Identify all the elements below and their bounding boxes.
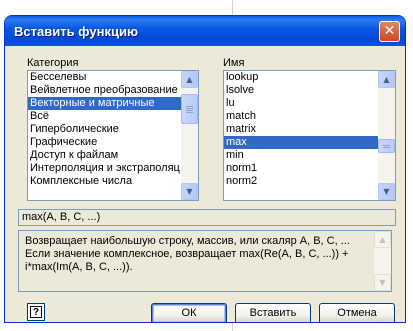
dialog-title: Вставить функцию bbox=[14, 24, 139, 39]
help-icon: ? bbox=[30, 306, 42, 318]
category-list-item[interactable]: Вейвлетное преобразование bbox=[28, 84, 181, 97]
name-list-item[interactable]: matrix bbox=[224, 123, 378, 136]
name-scroll-thumb[interactable] bbox=[378, 139, 395, 153]
category-list-item[interactable]: Векторные и матричные bbox=[28, 97, 181, 110]
category-scroll-thumb[interactable] bbox=[181, 94, 198, 124]
category-list-item[interactable]: Гиперболические bbox=[28, 123, 181, 136]
scroll-up-arrow-icon[interactable]: ▲ bbox=[378, 71, 395, 88]
category-list-item[interactable]: Всё bbox=[28, 110, 181, 123]
category-list-item[interactable]: Комплексные числа bbox=[28, 175, 181, 188]
category-label: Категория bbox=[27, 57, 79, 69]
function-description-box: Возвращает наибольшую строку, массив, ил… bbox=[18, 230, 392, 292]
scroll-up-arrow-icon[interactable]: ▲ bbox=[181, 71, 198, 88]
description-scrollbar[interactable]: ▲ ▼ bbox=[374, 231, 391, 291]
category-list-item[interactable]: Графические bbox=[28, 136, 181, 149]
function-description: Возвращает наибольшую строку, массив, ил… bbox=[25, 235, 350, 273]
name-list-item[interactable]: norm1 bbox=[224, 162, 378, 175]
category-list: Бесселевы Вейвлетное преобразование Вектор… bbox=[28, 71, 181, 200]
category-list-item[interactable]: Доступ к файлам bbox=[28, 149, 181, 162]
name-list-item[interactable]: match bbox=[224, 110, 378, 123]
name-list-item[interactable]: max bbox=[224, 136, 378, 149]
name-listbox[interactable]: lookup lsolve lu match matrix max min norm1 norm… bbox=[223, 70, 396, 201]
name-list-item[interactable]: min bbox=[224, 149, 378, 162]
name-list: lookup lsolve lu match matrix max min norm1 norm… bbox=[224, 71, 378, 200]
category-scrollbar[interactable]: ▲ ▼ bbox=[181, 71, 198, 200]
function-syntax: max(A, B, C, ...) bbox=[18, 209, 396, 226]
insert-function-dialog: Вставить функцию ✕ Категория Бесселевы Ве… bbox=[4, 15, 406, 323]
category-list-item[interactable]: Интерполяция и экстраполяц bbox=[28, 162, 181, 175]
close-icon[interactable]: ✕ bbox=[379, 21, 400, 42]
name-scrollbar[interactable]: ▲ ▼ bbox=[378, 71, 395, 200]
name-label: Имя bbox=[223, 57, 245, 69]
name-list-item[interactable]: norm2 bbox=[224, 175, 378, 188]
ok-button[interactable]: ОК bbox=[151, 303, 227, 322]
insert-button[interactable]: Вставить bbox=[235, 303, 311, 322]
category-list-item[interactable]: Бесселевы bbox=[28, 71, 181, 84]
scroll-down-arrow-icon[interactable]: ▼ bbox=[374, 274, 391, 291]
help-button[interactable]: ? bbox=[27, 303, 45, 321]
cancel-button[interactable]: Отмена bbox=[319, 303, 395, 322]
title-bar[interactable]: Вставить функцию ✕ bbox=[5, 16, 405, 46]
scroll-down-arrow-icon[interactable]: ▼ bbox=[378, 183, 395, 200]
scroll-down-arrow-icon[interactable]: ▼ bbox=[181, 183, 198, 200]
name-list-item[interactable]: lookup bbox=[224, 71, 378, 84]
category-listbox[interactable]: Бесселевы Вейвлетное преобразование Вектор… bbox=[27, 70, 199, 201]
scroll-up-arrow-icon[interactable]: ▲ bbox=[374, 231, 391, 248]
name-list-item[interactable]: lu bbox=[224, 97, 378, 110]
name-list-item[interactable]: lsolve bbox=[224, 84, 378, 97]
